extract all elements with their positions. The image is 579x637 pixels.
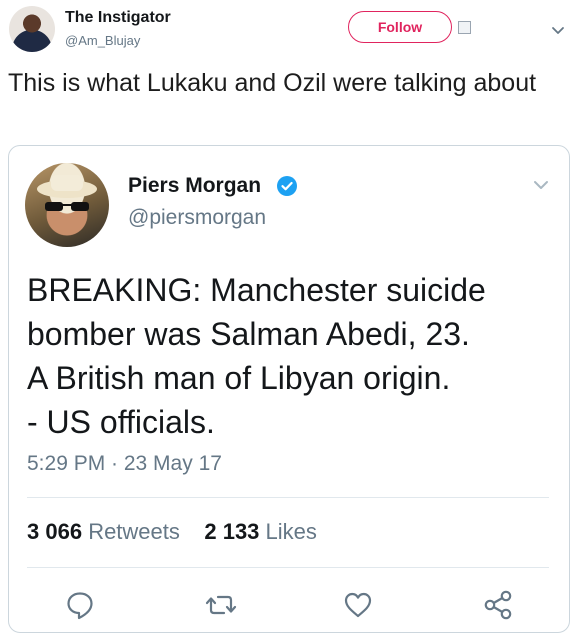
divider: [27, 497, 549, 498]
retweet-icon[interactable]: [204, 588, 238, 622]
quoted-author-handle[interactable]: @piersmorgan: [128, 206, 266, 230]
follow-button[interactable]: Follow: [348, 11, 452, 43]
quoted-text-line: - US officials.: [27, 404, 215, 440]
quoted-text-line: BREAKING: Manchester suicide: [27, 272, 486, 308]
verified-badge-icon: [276, 175, 298, 197]
author-handle[interactable]: @Am_Blujay: [65, 33, 140, 48]
quoted-author-name[interactable]: Piers Morgan: [128, 174, 261, 198]
retweets-label: Retweets: [88, 519, 180, 544]
author-avatar[interactable]: [9, 6, 55, 52]
tweet-timestamp[interactable]: 5:29 PM · 23 May 17: [27, 452, 222, 476]
caret-down-icon[interactable]: [530, 174, 552, 196]
retweets-stat[interactable]: 3 066 Retweets: [27, 519, 180, 544]
reply-icon[interactable]: [63, 588, 97, 622]
quoted-text-line: A British man of Libyan origin.: [27, 360, 451, 396]
like-icon[interactable]: [341, 588, 375, 622]
divider: [27, 567, 549, 568]
likes-stat[interactable]: 2 133 Likes: [204, 519, 317, 544]
likes-label: Likes: [265, 519, 317, 544]
tweet-stats: 3 066 Retweets 2 133 Likes: [27, 519, 317, 545]
share-icon[interactable]: [481, 588, 515, 622]
quoted-tweet-text: BREAKING: Manchester suicide bomber was …: [27, 268, 547, 444]
retweets-count: 3 066: [27, 519, 83, 544]
likes-count: 2 133: [204, 519, 260, 544]
broken-image-icon: [458, 21, 471, 34]
tweet-text: This is what Lukaku and Ozil were talkin…: [8, 69, 537, 97]
quoted-text-line: bomber was Salman Abedi, 23.: [27, 316, 470, 352]
caret-down-icon[interactable]: [548, 20, 568, 40]
quoted-author-avatar[interactable]: [25, 163, 109, 247]
author-name[interactable]: The Instigator: [65, 9, 171, 27]
